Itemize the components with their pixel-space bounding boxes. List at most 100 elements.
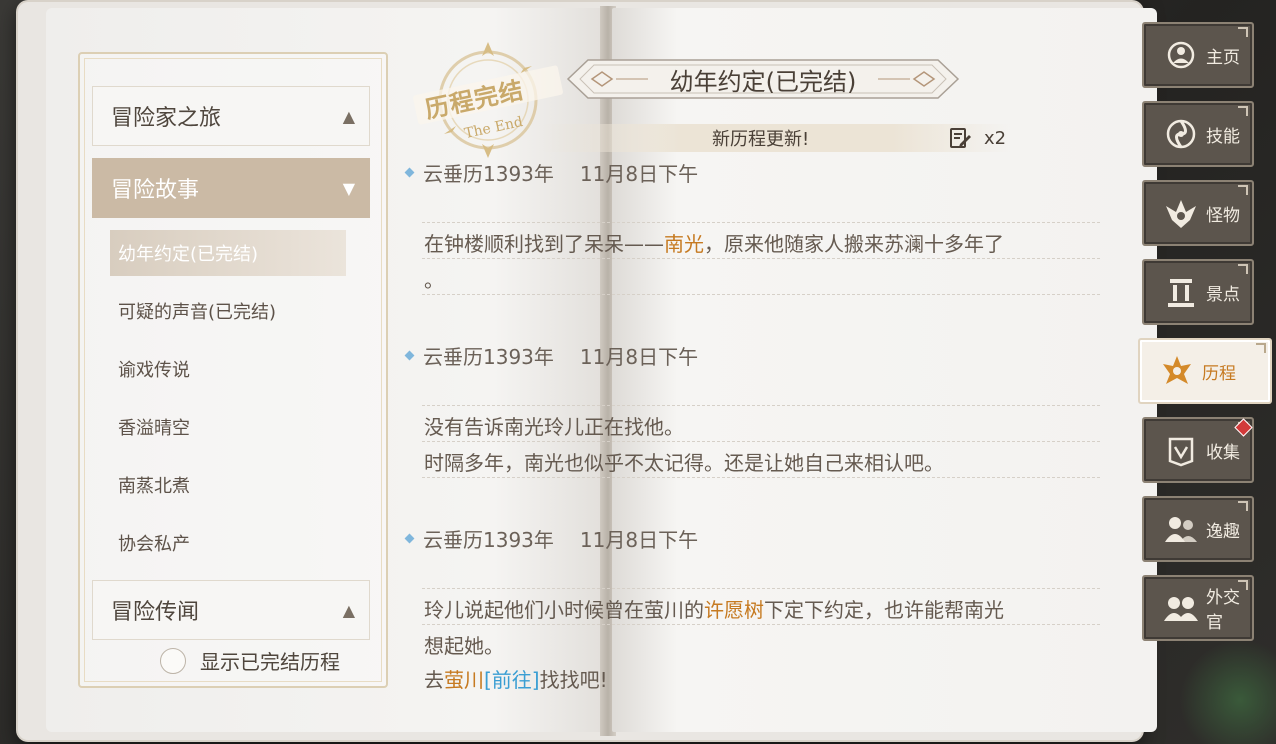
corner-ornament-icon <box>1238 185 1248 195</box>
story-item-label: 南蒸北煮 <box>118 476 190 497</box>
entry-text: 时隔多年，南光也似乎不太记得。还是让她自己来相认吧。 <box>424 451 944 475</box>
category-label: 冒险故事 <box>111 178 200 203</box>
dashed-divider <box>422 588 1100 589</box>
home-icon <box>1162 36 1200 74</box>
update-count: x2 <box>984 127 1007 149</box>
dashed-divider <box>422 294 1100 295</box>
tab-label: 主页 <box>1206 47 1240 68</box>
tab-diplomat[interactable]: 外交官 <box>1142 575 1254 641</box>
tab-skill[interactable]: 技能 <box>1142 101 1254 167</box>
dashed-divider <box>422 441 1100 442</box>
goto-link[interactable]: [前往] <box>484 668 540 692</box>
category-label: 冒险家之旅 <box>111 106 222 131</box>
update-notice: 新历程更新! x2 <box>540 124 1010 152</box>
entry-text: 玲儿说起他们小时候曾在萤川的 <box>424 598 704 622</box>
dashed-divider <box>422 405 1100 406</box>
collection-icon <box>1162 431 1200 469</box>
entry-text: ，原来他随家人搬来苏澜十多年了 <box>704 232 1004 256</box>
diamond-bullet-icon <box>404 350 415 361</box>
tab-collection[interactable]: 收集 <box>1142 417 1254 483</box>
entry-header: 云垂历1393年 11月8日下午 <box>404 341 699 370</box>
toggle-label: 显示已完结历程 <box>200 650 340 674</box>
show-completed-toggle[interactable]: 显示已完结历程 <box>160 646 340 675</box>
story-item-label: 幼年约定(已完结) <box>118 244 259 265</box>
highlighted-keyword: 许愿树 <box>704 598 764 622</box>
entry-header: 云垂历1393年 11月8日下午 <box>404 524 699 553</box>
journey-icon <box>1158 352 1196 390</box>
category-adventurer-journey[interactable]: 冒险家之旅 ▲ <box>92 86 370 146</box>
corner-ornament-icon <box>1238 501 1248 511</box>
corner-ornament-icon <box>1238 106 1248 116</box>
tab-label: 技能 <box>1206 126 1240 147</box>
dashed-divider <box>422 624 1100 625</box>
corner-ornament-icon <box>1238 264 1248 274</box>
edit-note-icon <box>950 128 971 148</box>
tab-fun[interactable]: 逸趣 <box>1142 496 1254 562</box>
dashed-divider <box>422 258 1100 259</box>
entry-date: 云垂历1393年 <box>423 528 554 552</box>
chevron-up-icon: ▲ <box>342 601 355 620</box>
entry-text-line: 没有告诉南光玲儿正在找他。 <box>424 411 684 440</box>
title-banner: 幼年约定(已完结) <box>566 56 960 102</box>
story-item-south-steam-north-boil[interactable]: 南蒸北煮 <box>110 462 346 508</box>
entry-time: 11月8日下午 <box>579 162 699 186</box>
entry-text: 找找吧! <box>539 668 608 692</box>
tab-landmark[interactable]: 景点 <box>1142 259 1254 325</box>
tab-label: 逸趣 <box>1206 521 1240 542</box>
tab-label: 怪物 <box>1206 205 1240 226</box>
highlighted-keyword: 萤川 <box>444 668 484 692</box>
completed-stamp: 历程完结 The End <box>408 38 568 158</box>
dashed-divider <box>422 477 1100 478</box>
entry-text-line: 去萤川[前往]找找吧! <box>424 664 608 693</box>
story-item-label: 谕戏传说 <box>118 360 190 381</box>
skill-icon <box>1162 115 1200 153</box>
entry-header: 云垂历1393年 11月8日下午 <box>404 158 699 187</box>
chevron-up-icon: ▲ <box>342 107 355 126</box>
entry-time: 11月8日下午 <box>579 345 699 369</box>
story-item-legend[interactable]: 谕戏传说 <box>110 346 346 392</box>
diamond-bullet-icon <box>404 167 415 178</box>
highlighted-keyword: 南光 <box>664 232 704 256</box>
corner-ornament-icon <box>1238 580 1248 590</box>
entry-text: 下定下约定，也许能帮南光 <box>764 598 1004 622</box>
diplomat-icon <box>1162 589 1200 627</box>
corner-ornament-icon <box>1256 343 1266 353</box>
story-item-guild-property[interactable]: 协会私产 <box>110 520 346 566</box>
story-item-fragrant-sky[interactable]: 香溢晴空 <box>110 404 346 450</box>
entry-date: 云垂历1393年 <box>423 162 554 186</box>
story-item-childhood-promise[interactable]: 幼年约定(已完结) <box>110 230 346 276</box>
chevron-down-icon: ▼ <box>342 179 355 198</box>
tab-label: 历程 <box>1202 363 1236 384</box>
dashed-divider <box>422 222 1100 223</box>
tab-home[interactable]: 主页 <box>1142 22 1254 88</box>
entry-text: 想起她。 <box>424 634 504 658</box>
entry-text-line: 在钟楼顺利找到了呆呆——南光，原来他随家人搬来苏澜十多年了 <box>424 228 1004 257</box>
category-label: 冒险传闻 <box>111 600 200 625</box>
tab-label: 外交官 <box>1206 588 1240 633</box>
update-text: 新历程更新! <box>712 129 810 150</box>
tab-label: 收集 <box>1206 442 1240 463</box>
entry-text-line: 时隔多年，南光也似乎不太记得。还是让她自己来相认吧。 <box>424 447 944 476</box>
entry-date: 云垂历1393年 <box>423 345 554 369</box>
entry-text-line: 玲儿说起他们小时候曾在萤川的许愿树下定下约定，也许能帮南光 <box>424 594 1004 623</box>
entry-time: 11月8日下午 <box>579 528 699 552</box>
fun-icon <box>1162 510 1200 548</box>
story-item-suspicious-voice[interactable]: 可疑的声音(已完结) <box>110 288 346 334</box>
entry-text: 去 <box>424 668 444 692</box>
category-adventure-story[interactable]: 冒险故事 ▼ <box>92 158 370 218</box>
entry-text-line: 。 <box>424 264 444 293</box>
story-item-label: 可疑的声音(已完结) <box>118 302 277 323</box>
story-item-label: 协会私产 <box>118 534 190 555</box>
tab-monster[interactable]: 怪物 <box>1142 180 1254 246</box>
radio-circle[interactable] <box>160 647 186 674</box>
landmark-icon <box>1162 273 1200 311</box>
story-item-label: 香溢晴空 <box>118 418 190 439</box>
corner-ornament-icon <box>1238 27 1248 37</box>
page-title: 幼年约定(已完结) <box>669 67 857 96</box>
tab-label: 景点 <box>1206 284 1240 305</box>
category-adventure-rumors[interactable]: 冒险传闻 ▲ <box>92 580 370 640</box>
entry-text: 没有告诉南光玲儿正在找他。 <box>424 415 684 439</box>
diamond-bullet-icon <box>404 533 415 544</box>
tab-journey[interactable]: 历程 <box>1138 338 1272 404</box>
monster-icon <box>1162 194 1200 232</box>
